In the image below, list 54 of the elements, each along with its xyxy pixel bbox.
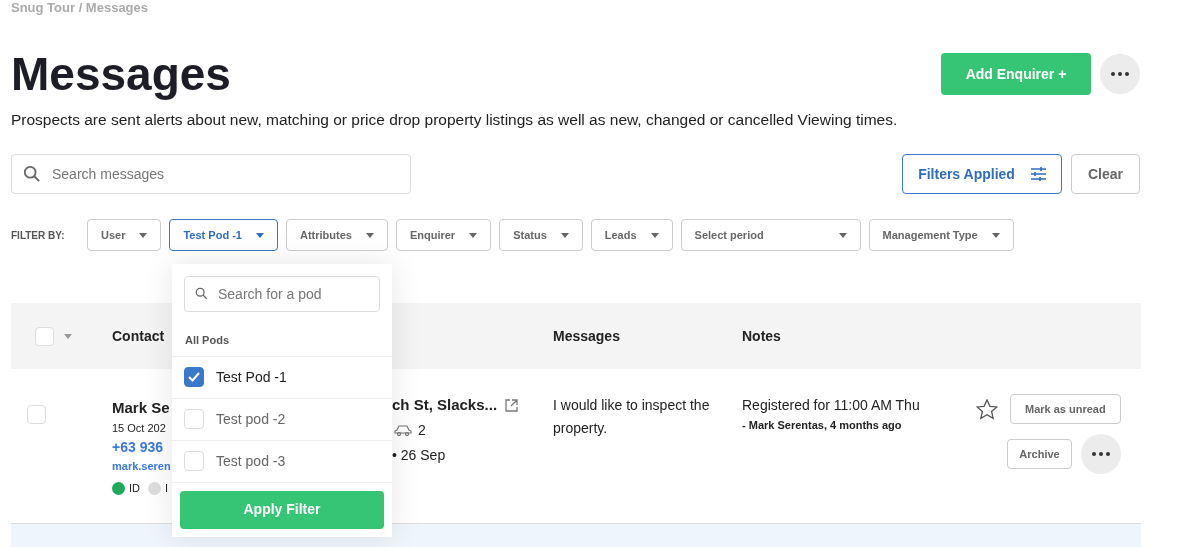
more-icon <box>1091 452 1110 456</box>
filter-by-label: FILTER BY: <box>11 228 66 243</box>
more-button[interactable] <box>1080 434 1121 474</box>
caret-icon <box>469 232 478 238</box>
external-link-icon[interactable] <box>505 398 519 412</box>
filter-dropdown[interactable]: User <box>87 219 162 251</box>
more-icon <box>1111 72 1129 76</box>
pod-search-field[interactable]: Search for a pod <box>184 276 380 312</box>
filter-dropdown[interactable]: Management Type <box>868 219 1014 251</box>
pod-option[interactable]: Test Pod -1 <box>172 355 392 398</box>
column-header[interactable]: Messages <box>553 325 742 347</box>
filter-dropdown[interactable]: Select period <box>680 219 861 251</box>
note-text: Registered for 11:00 AM Thu <box>742 396 921 415</box>
search-field[interactable]: Search messages <box>11 154 411 194</box>
inspection-date: • 26 Sep <box>392 445 447 465</box>
status-label: I <box>165 481 169 496</box>
filter-dropdown[interactable]: Enquirer <box>395 219 492 251</box>
more-button[interactable] <box>1100 54 1140 94</box>
caret-icon <box>64 333 72 339</box>
filter-dropdown[interactable]: Status <box>499 219 583 251</box>
checkbox[interactable] <box>184 367 204 387</box>
search-icon <box>23 165 41 183</box>
row-checkbox[interactable] <box>27 405 46 424</box>
check-icon <box>188 372 200 382</box>
filter-dropdown[interactable]: Test Pod -1 <box>169 219 278 251</box>
caret-icon <box>650 232 659 238</box>
caret-icon <box>365 232 374 238</box>
caret-icon <box>560 232 569 238</box>
caret-icon <box>991 232 1000 238</box>
search-icon <box>195 287 208 300</box>
pod-option[interactable]: Test pod -3 <box>172 439 392 482</box>
page-title: Messages <box>11 46 231 102</box>
group-label: All Pods <box>184 333 230 348</box>
filter-dropdown[interactable]: Attributes <box>285 219 388 251</box>
caret-icon <box>139 232 148 238</box>
filter-dropdown[interactable]: Leads <box>590 219 673 251</box>
parking-count: 2 <box>418 420 426 440</box>
property-address[interactable]: ch St, Slacks... <box>392 394 498 417</box>
sliders-icon <box>1030 167 1046 181</box>
note-author: - Mark Serentas, 4 months ago <box>742 418 903 433</box>
star-icon[interactable] <box>976 398 998 420</box>
status-label: ID <box>129 481 140 496</box>
caret-icon <box>838 232 847 238</box>
select-all-checkbox[interactable] <box>35 326 54 346</box>
message-text: I would like to inspect the property. <box>553 396 711 438</box>
car-icon <box>394 424 412 436</box>
mark-unread-button[interactable]: Mark as unread <box>1010 394 1121 424</box>
filters-applied-button[interactable]: Filters Applied <box>902 154 1062 194</box>
pod-option[interactable]: Test pod -2 <box>172 397 392 440</box>
column-header[interactable]: Notes <box>742 325 781 347</box>
description: Prospects are sent alerts about new, matching or price drop property listings as well as new, changed or cancelled Viewing times. <box>11 110 899 130</box>
clear-button[interactable]: Clear <box>1071 154 1140 194</box>
caret-icon <box>255 232 264 238</box>
archive-button[interactable]: Archive <box>1007 439 1072 469</box>
